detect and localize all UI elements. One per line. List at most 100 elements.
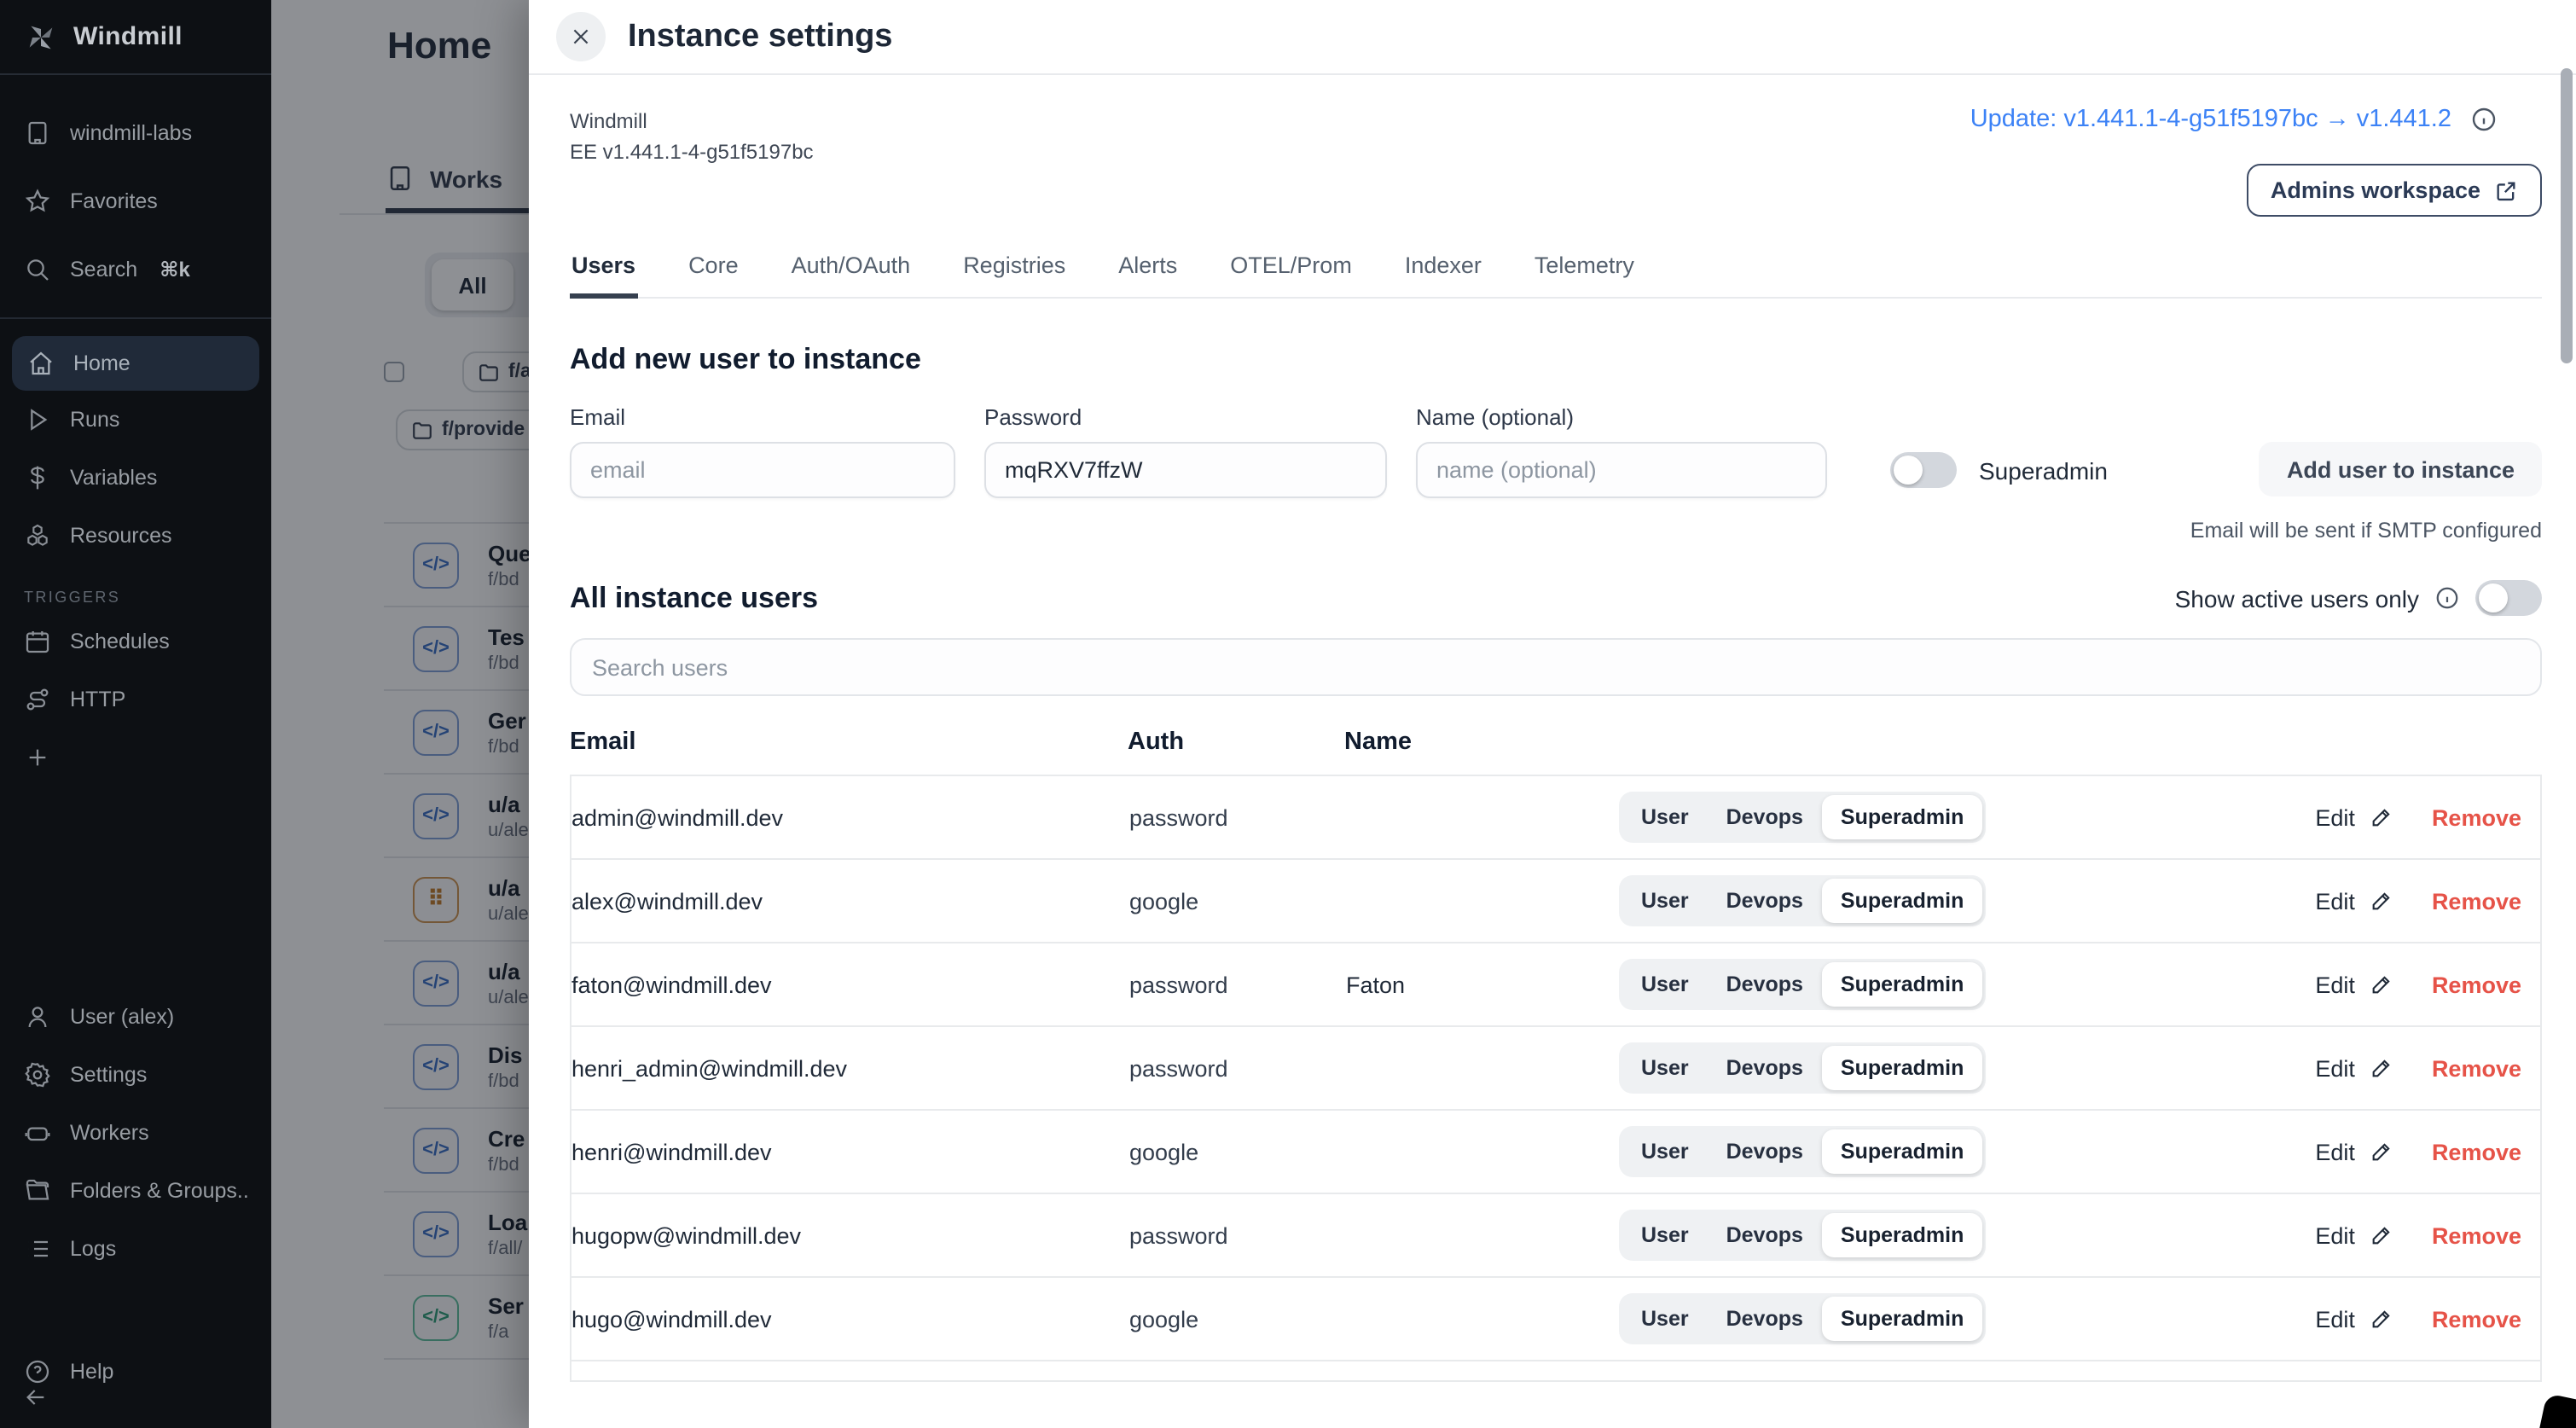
settings-tab[interactable]: Telemetry [1533, 242, 1636, 299]
role-option-superadmin[interactable]: Superadmin [1822, 1129, 1983, 1174]
sidebar-item-workspace[interactable]: windmill-labs [0, 99, 271, 167]
role-option-user[interactable]: User [1622, 1046, 1708, 1090]
close-button[interactable] [556, 12, 606, 61]
role-option-user[interactable]: User [1622, 879, 1708, 923]
user-row: alex@windmill.dev google User Devops Sup… [570, 860, 2542, 943]
role-option-devops[interactable]: Devops [1708, 1046, 1822, 1090]
settings-tab[interactable]: OTEL/Prom [1228, 242, 1354, 299]
role-option-devops[interactable]: Devops [1708, 795, 1822, 839]
role-option-user[interactable]: User [1622, 1129, 1708, 1174]
sidebar-item-settings[interactable]: Settings [0, 1046, 271, 1104]
sidebar-item-folders-groups[interactable]: Folders & Groups... [0, 1162, 271, 1220]
sidebar-item-logs[interactable]: Logs [0, 1220, 271, 1278]
role-option-superadmin[interactable]: Superadmin [1822, 879, 1983, 923]
remove-button[interactable]: Remove [2432, 1139, 2521, 1164]
role-segmented-control: User Devops Superadmin [1619, 959, 1986, 1010]
remove-button[interactable]: Remove [2432, 1306, 2521, 1332]
email-label: Email [570, 404, 955, 430]
user-email: hugo@windmill.dev [571, 1306, 1129, 1332]
role-segmented-control: User Devops Superadmin [1619, 1210, 1986, 1261]
sidebar-item-favorites[interactable]: Favorites [0, 167, 271, 235]
user-email: henri@windmill.dev [571, 1139, 1129, 1164]
brand[interactable]: Windmill [0, 0, 271, 75]
settings-tab[interactable]: Core [687, 242, 740, 299]
play-icon [24, 406, 51, 433]
admins-workspace-button[interactable]: Admins workspace [2247, 164, 2542, 217]
settings-tab[interactable]: Registries [961, 242, 1067, 299]
brand-name: Windmill [73, 22, 183, 51]
role-option-user[interactable]: User [1622, 1213, 1708, 1257]
sidebar-item-user[interactable]: User (alex) [0, 988, 271, 1046]
plus-icon [24, 744, 51, 771]
role-option-superadmin[interactable]: Superadmin [1822, 962, 1983, 1007]
sidebar-item-runs[interactable]: Runs [0, 391, 271, 449]
resources-label: Resources [70, 524, 172, 548]
modal-title: Instance settings [628, 18, 892, 55]
role-option-devops[interactable]: Devops [1708, 1213, 1822, 1257]
search-users-input[interactable] [570, 638, 2542, 696]
user-row: admin@windmill.dev password User Devops … [570, 776, 2542, 860]
user-email: hugopw@windmill.dev [571, 1222, 1129, 1248]
update-link[interactable]: Update: v1.441.1-4-g51f5197bc → v1.441.2 [1970, 106, 2451, 133]
settings-tab[interactable]: Alerts [1117, 242, 1179, 299]
role-option-superadmin[interactable]: Superadmin [1822, 1046, 1983, 1090]
settings-tab[interactable]: Users [570, 242, 637, 299]
edit-button[interactable]: Edit [2315, 1306, 2394, 1332]
user-row: faton@windmill.dev password Faton User D… [570, 943, 2542, 1027]
password-field[interactable] [984, 442, 1387, 498]
role-option-user[interactable]: User [1622, 962, 1708, 1007]
remove-button[interactable]: Remove [2432, 804, 2521, 830]
edit-button[interactable]: Edit [2315, 1222, 2394, 1248]
user-row: hugopw@windmill.dev password User Devops… [570, 1194, 2542, 1278]
name-field[interactable] [1416, 442, 1827, 498]
role-option-user[interactable]: User [1622, 1297, 1708, 1341]
add-user-button[interactable]: Add user to instance [2260, 442, 2542, 496]
collapse-arrow-icon[interactable] [22, 1384, 49, 1411]
search-icon [24, 256, 51, 283]
superadmin-toggle[interactable] [1890, 452, 1957, 488]
settings-tab[interactable]: Indexer [1403, 242, 1483, 299]
role-option-devops[interactable]: Devops [1708, 1297, 1822, 1341]
edit-button[interactable]: Edit [2315, 804, 2394, 830]
remove-button[interactable]: Remove [2432, 1055, 2521, 1081]
edit-button[interactable]: Edit [2315, 972, 2394, 997]
role-option-user[interactable]: User [1622, 795, 1708, 839]
info-icon[interactable] [2434, 585, 2460, 611]
info-icon[interactable] [2470, 106, 2498, 133]
sidebar-item-http[interactable]: HTTP [0, 670, 271, 729]
users-table-header: Email Auth Name [570, 729, 2542, 775]
remove-button[interactable]: Remove [2432, 1222, 2521, 1248]
sidebar-item-workers[interactable]: Workers [0, 1104, 271, 1162]
add-user-form: Email Password Name (optional) Superadmi… [570, 404, 2542, 498]
favorites-label: Favorites [70, 189, 158, 213]
edit-button[interactable]: Edit [2315, 1055, 2394, 1081]
sidebar-item-schedules[interactable]: Schedules [0, 612, 271, 670]
sidebar-item-home[interactable]: Home [12, 336, 259, 391]
role-option-devops[interactable]: Devops [1708, 879, 1822, 923]
modal-scrollbar[interactable] [2561, 68, 2573, 363]
remove-button[interactable]: Remove [2432, 972, 2521, 997]
sidebar-item-help[interactable]: Help [0, 1343, 271, 1401]
sidebar-item-add-trigger[interactable] [0, 729, 271, 787]
email-field[interactable] [570, 442, 955, 498]
show-active-label: Show active users only [2175, 584, 2419, 612]
remove-button[interactable]: Remove [2432, 888, 2521, 914]
edit-button[interactable]: Edit [2315, 888, 2394, 914]
worker-bot-icon [24, 1119, 51, 1146]
role-option-superadmin[interactable]: Superadmin [1822, 795, 1983, 839]
role-option-devops[interactable]: Devops [1708, 962, 1822, 1007]
role-option-superadmin[interactable]: Superadmin [1822, 1297, 1983, 1341]
role-option-superadmin[interactable]: Superadmin [1822, 1213, 1983, 1257]
sidebar-item-resources[interactable]: Resources [0, 507, 271, 565]
sidebar-item-search[interactable]: Search ⌘k [0, 235, 271, 304]
instance-settings-modal: Instance settings Windmill EE v1.441.1-4… [529, 0, 2576, 1428]
sidebar-item-variables[interactable]: Variables [0, 449, 271, 507]
calendar-icon [24, 628, 51, 655]
role-option-devops[interactable]: Devops [1708, 1129, 1822, 1174]
show-active-toggle[interactable] [2475, 580, 2542, 616]
edit-button[interactable]: Edit [2315, 1139, 2394, 1164]
user-name: Faton [1346, 972, 1619, 997]
password-label: Password [984, 404, 1387, 430]
add-user-heading: Add new user to instance [570, 343, 2542, 377]
settings-tab[interactable]: Auth/OAuth [790, 242, 913, 299]
